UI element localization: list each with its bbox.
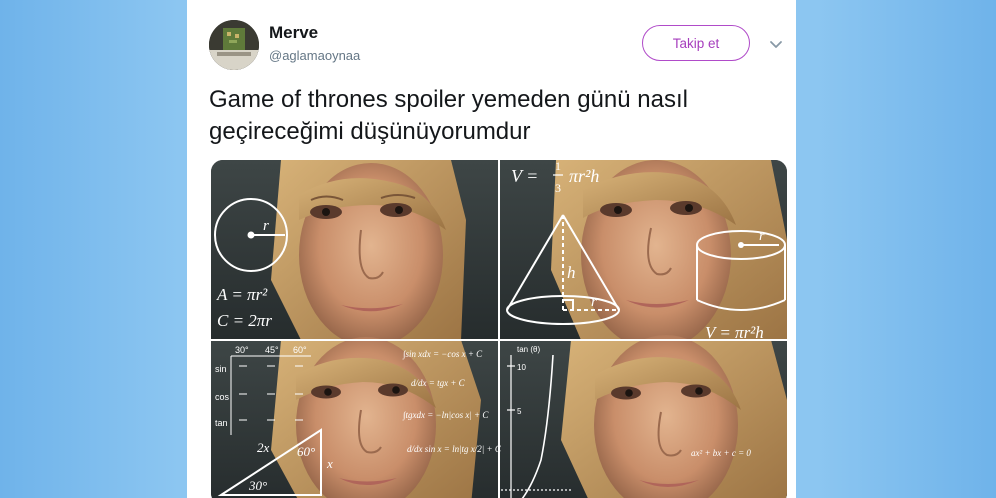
height-label: h bbox=[567, 263, 576, 282]
svg-text:d/dx sin x = ln|tg x/2| + C: d/dx sin x = ln|tg x/2| + C bbox=[407, 444, 502, 454]
svg-text:cos: cos bbox=[215, 392, 230, 402]
area-formula: A = πr² bbox=[216, 285, 268, 304]
follow-button[interactable]: Takip et bbox=[642, 25, 750, 61]
radius-label: r bbox=[263, 218, 269, 234]
tick-10: 10 bbox=[517, 363, 526, 372]
svg-text:tan: tan bbox=[215, 418, 228, 428]
user-handle[interactable]: @aglamaoynaa bbox=[269, 48, 360, 63]
cone-radius-label: r bbox=[591, 294, 597, 310]
svg-text:30°: 30° bbox=[235, 345, 249, 355]
quadratic-equation: ax² + bx + c = 0 bbox=[691, 448, 751, 458]
chevron-down-icon[interactable] bbox=[768, 36, 784, 52]
svg-text:∫tgxdx = −ln|cos x| + C: ∫tgxdx = −ln|cos x| + C bbox=[402, 410, 489, 421]
svg-text:45°: 45° bbox=[265, 345, 279, 355]
side-x-label: x bbox=[326, 456, 333, 471]
tick-5: 5 bbox=[517, 407, 522, 416]
display-name[interactable]: Merve bbox=[269, 23, 318, 43]
circumference-formula: C = 2πr bbox=[217, 311, 272, 330]
cone-volume-formula: V = bbox=[511, 166, 538, 186]
fraction-numerator: 1 bbox=[555, 160, 561, 173]
cylinder-radius-label: r bbox=[759, 229, 765, 244]
avatar[interactable] bbox=[209, 20, 259, 70]
svg-text:sin: sin bbox=[215, 364, 227, 374]
woman-face-panel-4 bbox=[561, 335, 787, 498]
tweet-card: Merve @aglamaoynaa Takip et Game of thro… bbox=[187, 0, 796, 498]
tan-axis-label: tan (θ) bbox=[517, 345, 540, 354]
svg-text:d/dx = tgx + C: d/dx = tgx + C bbox=[411, 378, 466, 388]
tweet-media-image[interactable]: r A = πr² C = 2πr V = 1 3 πr²h h r r V =… bbox=[211, 160, 787, 498]
woman-face-panel-1 bbox=[271, 160, 466, 347]
svg-text:∫sin xdx = −cos x + C: ∫sin xdx = −cos x + C bbox=[402, 349, 483, 360]
angle-60-label: 60° bbox=[297, 444, 315, 459]
svg-text:60°: 60° bbox=[293, 345, 307, 355]
hypotenuse-label: 2x bbox=[257, 440, 270, 455]
tweet-text: Game of thrones spoiler yemeden günü nas… bbox=[209, 86, 688, 145]
cone-volume-formula-rest: πr²h bbox=[569, 166, 599, 186]
angle-30-label: 30° bbox=[248, 478, 267, 493]
fraction-denominator: 3 bbox=[555, 181, 561, 195]
